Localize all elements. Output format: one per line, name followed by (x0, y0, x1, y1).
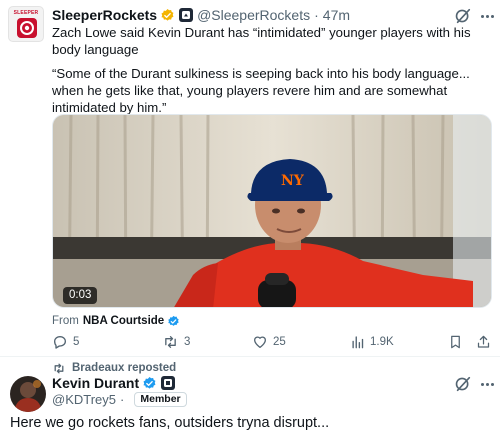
avatar[interactable] (10, 376, 46, 412)
like-button[interactable]: 25 (252, 333, 286, 351)
tweet-text: Zach Lowe said Kevin Durant has “intimid… (52, 25, 471, 57)
tweet[interactable]: SLEEPER SleeperRockets @SleeperRockets ·… (0, 0, 500, 356)
video-duration: 0:03 (63, 287, 98, 304)
avatar[interactable]: SLEEPER (8, 6, 44, 42)
author-handle[interactable]: @SleeperRockets (197, 7, 310, 23)
tweet-timestamp[interactable]: 47m (323, 7, 350, 23)
bookmark-icon (451, 335, 460, 349)
rockets-logo-icon (17, 18, 37, 38)
verified-badge-icon[interactable] (160, 8, 175, 23)
video-frame: NY (53, 115, 491, 307)
views-button[interactable]: 1.9K (350, 333, 394, 351)
repost-button[interactable]: 3 (162, 333, 190, 351)
repost-icon (165, 336, 176, 348)
verified-badge-icon[interactable] (142, 376, 157, 391)
member-badge[interactable]: Member (134, 391, 187, 407)
repost-notice-text: Bradeaux reposted (72, 362, 177, 374)
repost-count: 3 (184, 336, 191, 348)
tweet-header: SleeperRockets @SleeperRockets · 47m (52, 6, 350, 24)
share-button[interactable] (476, 333, 491, 351)
source-name[interactable]: NBA Courtside (83, 315, 164, 327)
views-count: 1.9K (370, 336, 394, 348)
like-count: 25 (273, 336, 286, 348)
reply-count: 5 (73, 336, 80, 348)
divider (0, 356, 500, 357)
bookmark-button[interactable] (448, 333, 463, 351)
more-icon[interactable] (478, 374, 496, 394)
verified-badge-icon (168, 315, 179, 326)
tweet-actions: 5 3 25 1.9K (52, 333, 492, 351)
author-handle[interactable]: @KDTrey5 (52, 392, 116, 407)
video-player[interactable]: NY 0:03 (52, 114, 492, 308)
views-icon (352, 336, 364, 349)
heart-icon (254, 336, 266, 348)
reply-subheader: @KDTrey5 · Member (52, 391, 187, 407)
grok-icon[interactable] (453, 374, 473, 394)
video-source: From NBA Courtside (52, 313, 180, 329)
author-name[interactable]: SleeperRockets (52, 7, 157, 23)
affiliate-badge-icon[interactable] (161, 376, 176, 390)
avatar-brand-text: SLEEPER (13, 10, 39, 16)
separator-dot: · (314, 7, 319, 23)
source-prefix: From (52, 315, 79, 327)
reply-text: Here we go rockets fans, outsiders tryna… (10, 415, 330, 431)
author-name[interactable]: Kevin Durant (52, 375, 139, 391)
reply-icon (54, 336, 66, 349)
svg-text:NY: NY (281, 173, 305, 189)
reply-header: Kevin Durant (52, 374, 176, 392)
reply-button[interactable]: 5 (52, 333, 79, 351)
timeline: SLEEPER SleeperRockets @SleeperRockets ·… (0, 0, 500, 440)
share-icon (477, 335, 490, 348)
tweet-quote-text: “Some of the Durant sulkiness is seeping… (52, 66, 470, 115)
affiliate-badge-icon[interactable] (179, 8, 194, 22)
separator-dot: · (120, 391, 125, 407)
more-icon[interactable] (478, 6, 496, 26)
grok-icon[interactable] (453, 6, 473, 26)
repost-icon (54, 363, 64, 373)
